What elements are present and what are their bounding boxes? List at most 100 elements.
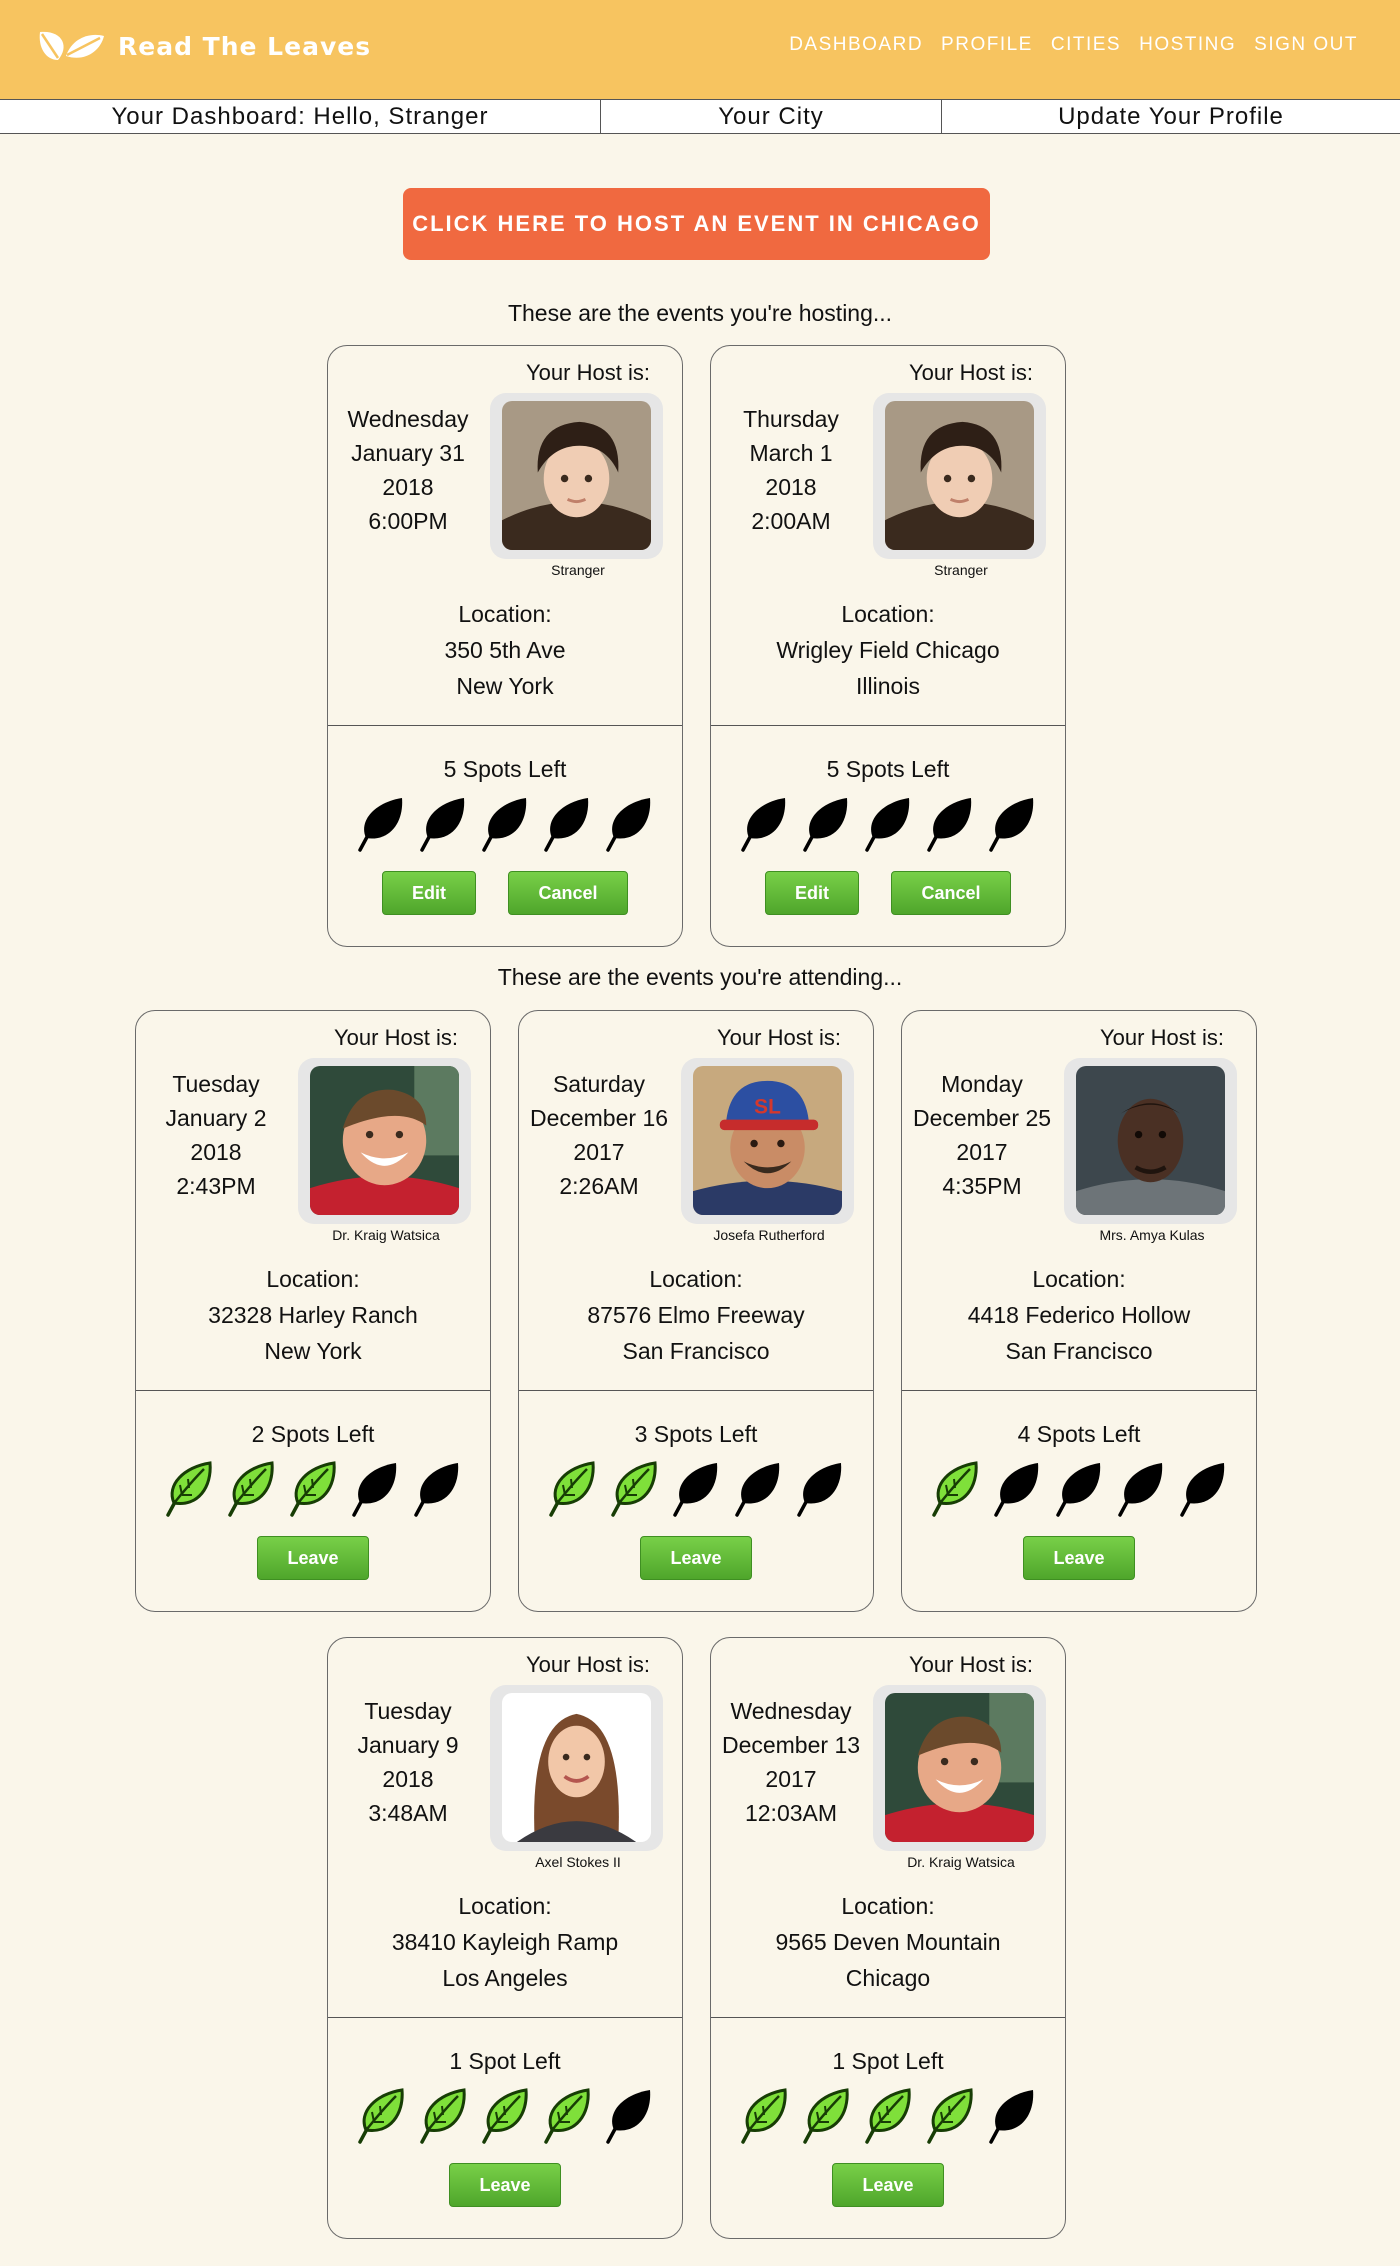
sub-nav: Your Dashboard: Hello, Stranger Your Cit… [0,99,1400,134]
spots-left: 1 Spot Left [449,2048,561,2074]
edit-button[interactable]: Edit [382,871,476,915]
host-avatar-frame[interactable] [873,1685,1046,1851]
spots-left: 3 Spots Left [634,1421,758,1447]
location-address: 87576 Elmo Freeway [587,1302,805,1328]
nav-hosting[interactable]: HOSTING [1139,34,1236,56]
cancel-button[interactable]: Cancel [891,871,1011,915]
card-actions: Leave [136,1536,490,1580]
filled-leaf-icon [545,1459,599,1521]
cancel-button[interactable]: Cancel [508,871,628,915]
spots-leaves [519,1459,873,1521]
location-city: San Francisco [1005,1338,1153,1364]
host-avatar-frame[interactable] [490,1685,663,1851]
leave-button[interactable]: Leave [640,1536,752,1580]
empty-leaf-icon [348,1459,402,1521]
spots-left: 4 Spots Left [1017,1421,1141,1447]
location-label: Location: [841,601,935,627]
empty-leaf-icon [602,794,656,856]
host-name: Dr. Kraig Watsica [907,1854,1015,1870]
spots-leaves [711,2086,1065,2148]
empty-leaf-icon [416,794,470,856]
leave-button[interactable]: Leave [257,1536,369,1580]
spots-leaves [328,2086,682,2148]
host-name: Josefa Rutherford [713,1227,825,1243]
brand-logo[interactable]: Read The Leaves [36,26,371,66]
event-date: December 16 [529,1105,669,1131]
host-avatar-frame[interactable] [298,1058,471,1224]
smiling-man-avatar [310,1066,459,1215]
host-avatar-frame[interactable] [873,393,1046,559]
cap-man-avatar: SL [693,1066,842,1215]
event-datetime: Tuesday January 2 2018 2:43PM [141,1067,291,1203]
event-day: Saturday [552,1071,646,1097]
event-date: January 9 [357,1732,459,1758]
boy-avatar [502,401,651,550]
empty-leaf-icon [737,794,791,856]
leave-button[interactable]: Leave [1023,1536,1135,1580]
filled-leaf-icon [607,1459,661,1521]
host-name: Stranger [934,562,988,578]
event-time: 4:35PM [942,1173,1022,1199]
attending-event-card: Your Host is: Tuesday January 2 2018 2:4… [135,1010,491,1612]
filled-leaf-icon [162,1459,216,1521]
nav-dashboard[interactable]: DASHBOARD [789,34,923,56]
empty-leaf-icon [354,794,408,856]
nav-profile[interactable]: PROFILE [941,34,1033,56]
nav-sign-out[interactable]: SIGN OUT [1254,34,1358,56]
location-label: Location: [649,1266,743,1292]
event-year: 2017 [573,1139,625,1165]
event-date: January 2 [165,1105,267,1131]
host-avatar-frame[interactable]: SL [681,1058,854,1224]
location-city: Chicago [845,1965,931,1991]
event-day: Wednesday [730,1698,852,1724]
leaves-logo-icon [39,31,104,60]
event-day: Thursday [743,406,839,432]
card-divider [328,2017,682,2018]
event-year: 2018 [382,1766,434,1792]
empty-leaf-icon [793,1459,847,1521]
your-host-label: Your Host is: [334,1025,458,1050]
event-datetime: Monday December 25 2017 4:35PM [907,1067,1057,1203]
empty-leaf-icon [985,2086,1039,2148]
leave-button[interactable]: Leave [832,2163,944,2207]
filled-leaf-icon [540,2086,594,2148]
host-name: Axel Stokes II [535,1854,621,1870]
subnav-dashboard[interactable]: Your Dashboard: Hello, Stranger [0,100,600,133]
location-city: Los Angeles [442,1965,568,1991]
event-datetime: Wednesday December 13 2017 12:03AM [716,1694,866,1830]
empty-leaf-icon [1052,1459,1106,1521]
location-label: Location: [1032,1266,1126,1292]
attending-event-card: Your Host is: Monday December 25 2017 4:… [901,1010,1257,1612]
filled-leaf-icon [416,2086,470,2148]
location-label: Location: [458,1893,552,1919]
event-year: 2018 [765,474,817,500]
host-avatar-frame[interactable] [490,393,663,559]
host-name: Dr. Kraig Watsica [332,1227,440,1243]
subnav-update-profile[interactable]: Update Your Profile [941,100,1400,133]
event-time: 3:48AM [368,1800,448,1826]
card-divider [519,1390,873,1391]
hosted-event-card: Your Host is: Wednesday January 31 2018 … [327,345,683,947]
location-city: New York [456,673,554,699]
event-datetime: Saturday December 16 2017 2:26AM [524,1067,674,1203]
host-avatar-frame[interactable] [1064,1058,1237,1224]
location-address: 38410 Kayleigh Ramp [391,1929,619,1955]
filled-leaf-icon [478,2086,532,2148]
smiling-man-avatar [885,1693,1034,1842]
your-host-label: Your Host is: [909,360,1033,385]
attending-heading: These are the events you're attending... [497,964,903,990]
edit-button[interactable]: Edit [765,871,859,915]
host-event-button[interactable]: CLICK HERE TO HOST AN EVENT IN CHICAGO [403,188,990,260]
subnav-your-city[interactable]: Your City [600,100,941,133]
top-header: Read The Leaves DASHBOARD PROFILE CITIES… [0,0,1400,99]
hosting-heading: These are the events you're hosting... [507,300,893,326]
card-actions: Leave [902,1536,1256,1580]
nav-cities[interactable]: CITIES [1051,34,1121,56]
card-divider [711,2017,1065,2018]
empty-leaf-icon [731,1459,785,1521]
leave-button[interactable]: Leave [449,2163,561,2207]
dark-man-avatar [1076,1066,1225,1215]
your-host-label: Your Host is: [526,360,650,385]
location-label: Location: [266,1266,360,1292]
empty-leaf-icon [410,1459,464,1521]
